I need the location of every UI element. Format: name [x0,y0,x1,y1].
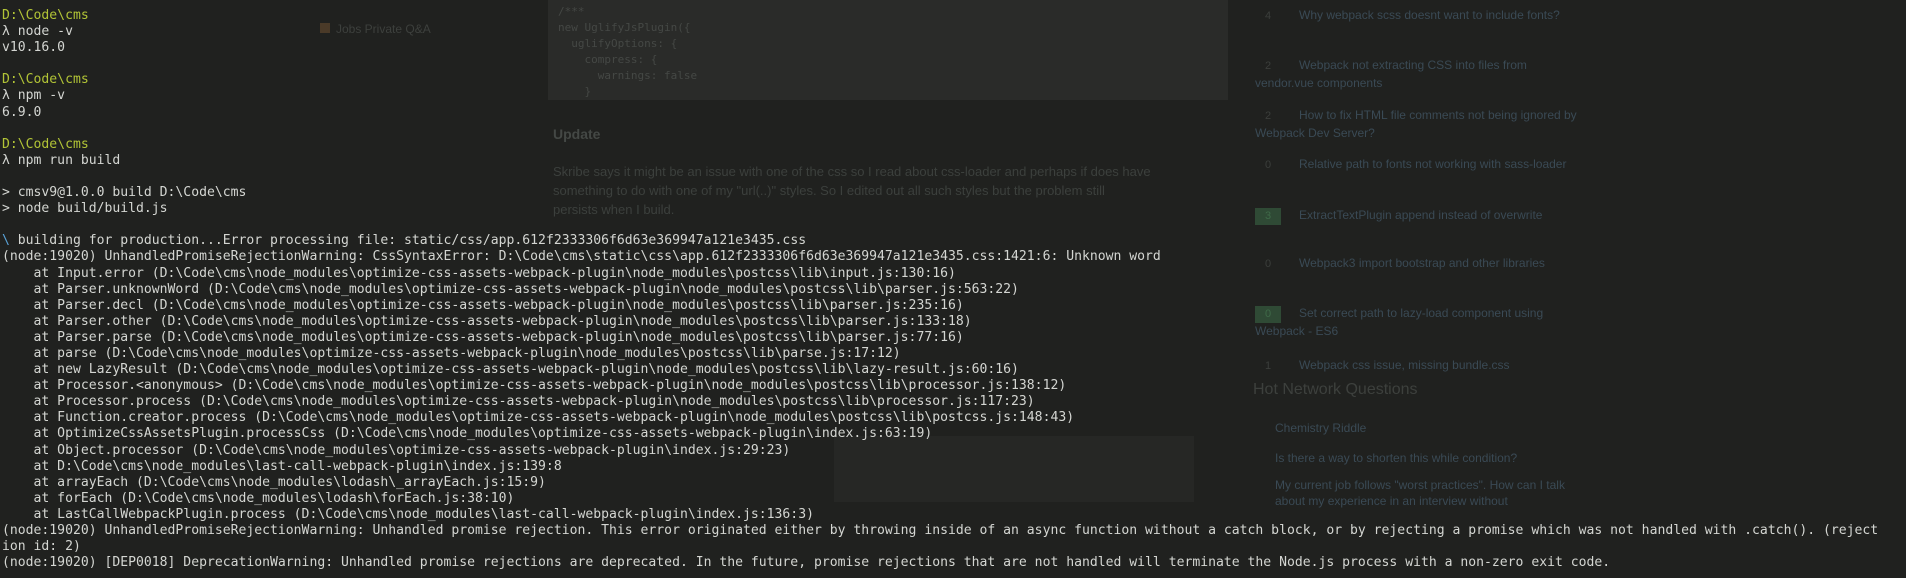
prompt-path: D:\Code\cms [2,72,89,88]
error-output-line: at OptimizeCssAssetsPlugin.processCss (D… [2,426,933,442]
error-output-line: at LastCallWebpackPlugin.process (D:\Cod… [2,506,814,522]
error-output-line: at new LazyResult (D:\Code\cms\node_modu… [2,362,1019,378]
error-output-line: (node:19020) UnhandledPromiseRejectionWa… [2,523,1879,538]
error-output-line: at forEach (D:\Code\cms\node_modules\lod… [2,490,515,506]
prompt-path: D:\Code\cms [2,8,89,23]
error-output-line: at Parser.other (D:\Code\cms\node_module… [2,313,972,329]
error-output-line: at Input.error (D:\Code\cms\node_modules… [2,265,956,281]
error-output: (node:19020) UnhandledPromiseRejectionWa… [2,249,1906,571]
command-line: λ npm run build [2,152,121,168]
error-output-line: at Function.creator.process (D:\Code\cms… [2,410,1075,426]
terminal-window[interactable]: D:\Code\cms λ node -v v10.16.0 D:\Code\c… [0,0,1906,578]
error-output-line: at parse (D:\Code\cms\node_modules\optim… [2,345,901,361]
npm-output-line: > cmsv9@1.0.0 build D:\Code\cms [2,185,247,201]
command-output: v10.16.0 [2,40,66,56]
error-output-line: ion id: 2) [2,539,81,555]
npm-output-line: > node build/build.js [2,201,168,217]
prompt-path: D:\Code\cms [2,136,89,152]
error-output-line: at Parser.unknownWord (D:\Code\cms\node_… [2,281,1019,297]
error-output-line: at D:\Code\cms\node_modules\last-call-we… [2,458,562,474]
command-line: λ node -v [2,24,73,40]
error-output-line: at Processor.process (D:\Code\cms\node_m… [2,394,1035,410]
error-output-line: at arrayEach (D:\Code\cms\node_modules\l… [2,474,546,490]
build-status-line: \ building for production...Error proces… [2,233,807,249]
command-output: 6.9.0 [2,104,42,120]
error-output-line: at Object.processor (D:\Code\cms\node_mo… [2,442,791,458]
error-output-line: at Parser.parse (D:\Code\cms\node_module… [2,329,964,345]
error-output-line: (node:19020) [DEP0018] DeprecationWarnin… [2,555,1611,571]
command-line: λ npm -v [2,88,66,104]
error-output-line: at Parser.decl (D:\Code\cms\node_modules… [2,297,964,313]
spinner-icon: \ [2,233,10,249]
error-output-line: (node:19020) UnhandledPromiseRejectionWa… [2,249,1161,265]
error-output-line: at Processor.<anonymous> (D:\Code\cms\no… [2,378,1067,394]
